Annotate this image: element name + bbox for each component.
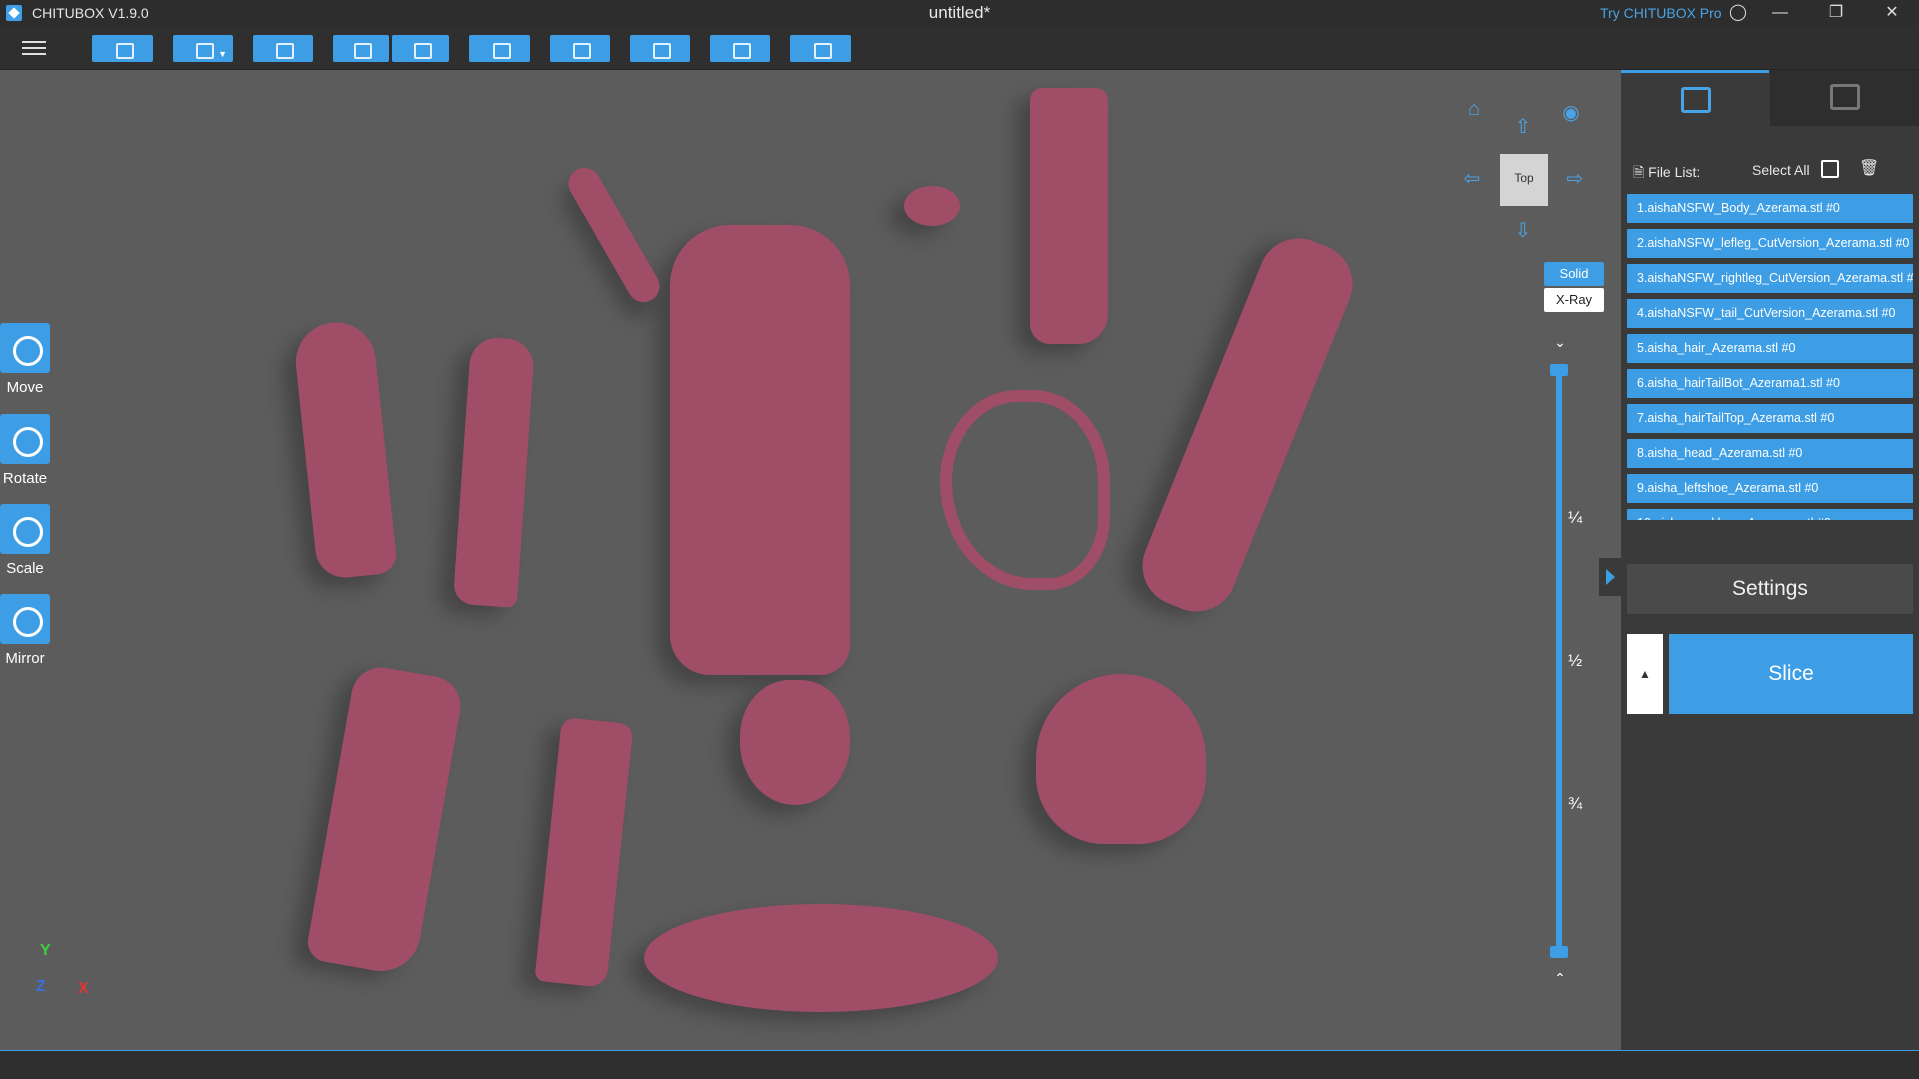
solid-mode-button[interactable]: Solid xyxy=(1544,262,1604,286)
list-item[interactable]: 7.aisha_hairTailTop_Azerama.stl #0 xyxy=(1627,404,1913,433)
model-hair[interactable] xyxy=(1036,674,1206,844)
list-item[interactable]: 8.aisha_head_Azerama.stl #0 xyxy=(1627,439,1913,468)
slider-mark-quarter: ¼ xyxy=(1568,508,1583,527)
user-icon[interactable]: ◯ xyxy=(1714,0,1762,26)
support-columns-icon xyxy=(1830,84,1860,110)
mirror-label: Mirror xyxy=(5,650,45,667)
restore-button[interactable]: ❐ xyxy=(1812,0,1860,26)
move-tool[interactable]: Move xyxy=(0,323,50,396)
view-down-icon[interactable]: ⇩ xyxy=(1510,218,1536,243)
model-body[interactable] xyxy=(670,225,850,675)
view-left-icon[interactable]: ⇦ xyxy=(1459,166,1485,191)
list-item[interactable]: 1.aishaNSFW_Body_Azerama.stl #0 xyxy=(1627,194,1913,223)
measure-button[interactable] xyxy=(790,35,851,62)
try-pro-link[interactable]: Try CHITUBOX Pro xyxy=(1600,5,1722,21)
layer-slider-top-handle[interactable] xyxy=(1550,364,1568,376)
redo-button[interactable] xyxy=(392,35,449,62)
settings-button[interactable]: Settings xyxy=(1627,564,1913,614)
move-icon[interactable] xyxy=(0,323,50,373)
slice-button[interactable]: Slice xyxy=(1669,634,1913,714)
model-hair-tail-bottom[interactable] xyxy=(304,662,466,978)
mirror-tool[interactable]: Mirror xyxy=(0,594,50,667)
axis-x-label: X xyxy=(78,980,89,997)
axis-y-label: Y xyxy=(40,942,51,959)
layer-slider-track[interactable] xyxy=(1556,368,1562,952)
model-base[interactable] xyxy=(644,904,998,1012)
layer-slider-bottom-handle[interactable] xyxy=(1550,946,1568,958)
chitubox-logo-icon xyxy=(6,5,22,21)
model-left-shoe[interactable] xyxy=(534,716,634,989)
app-title: CHITUBOX V1.9.0 xyxy=(32,5,149,21)
hamburger-menu-icon[interactable] xyxy=(20,38,48,60)
model-right-leg[interactable] xyxy=(291,318,399,581)
xray-mode-button[interactable]: X-Ray xyxy=(1544,288,1604,312)
arrange-button[interactable] xyxy=(550,35,610,62)
home-view-icon[interactable]: ⌂ xyxy=(1461,98,1487,121)
close-button[interactable]: ✕ xyxy=(1868,0,1916,26)
file-list-label: 🗎 File List: xyxy=(1633,164,1701,180)
select-all-label: Select All xyxy=(1752,162,1810,178)
dig-hole-button[interactable] xyxy=(710,35,770,62)
move-label: Move xyxy=(6,379,44,396)
rotate-tool[interactable]: Rotate xyxy=(0,414,50,487)
open-file-button[interactable] xyxy=(92,35,153,62)
model-necklace[interactable] xyxy=(904,186,960,226)
view-cube[interactable]: Top xyxy=(1500,154,1548,206)
duplicate-button[interactable] xyxy=(469,35,530,62)
tab-file-settings[interactable] xyxy=(1621,70,1769,126)
tab-supports[interactable] xyxy=(1770,70,1919,126)
minimize-button[interactable]: — xyxy=(1756,0,1804,26)
scale-label: Scale xyxy=(6,560,44,577)
list-item[interactable]: 4.aishaNSFW_tail_CutVersion_Azerama.stl … xyxy=(1627,299,1913,328)
toolbar: ▼ xyxy=(0,26,1919,70)
slider-up-chevron-icon[interactable]: ⌃ xyxy=(1550,970,1570,987)
rotate-label: Rotate xyxy=(2,470,48,487)
scale-icon[interactable] xyxy=(0,504,50,554)
model-left-leg[interactable] xyxy=(452,336,536,608)
chevron-down-icon: ▼ xyxy=(218,49,227,59)
list-item[interactable]: 9.aisha_leftshoe_Azerama.stl #0 xyxy=(1627,474,1913,503)
auto-layout-button[interactable] xyxy=(253,35,313,62)
model-arm[interactable] xyxy=(562,162,666,308)
mirror-icon[interactable] xyxy=(0,594,50,644)
view-up-icon[interactable]: ⇧ xyxy=(1510,114,1536,139)
view-right-icon[interactable]: ⇨ xyxy=(1562,166,1588,191)
collapse-panel-button[interactable] xyxy=(1599,558,1621,596)
title-bar: CHITUBOX V1.9.0 untitled* Try CHITUBOX P… xyxy=(0,0,1919,26)
slider-down-chevron-icon[interactable]: ⌄ xyxy=(1550,334,1570,351)
model-tail[interactable] xyxy=(940,390,1110,590)
hollow-button[interactable] xyxy=(630,35,690,62)
list-item[interactable]: 5.aisha_hair_Azerama.stl #0 xyxy=(1627,334,1913,363)
rotate-icon[interactable] xyxy=(0,414,50,464)
list-item[interactable]: 6.aisha_hairTailBot_Azerama1.stl #0 xyxy=(1627,369,1913,398)
trash-icon[interactable]: 🗑 xyxy=(1859,158,1879,178)
file-list[interactable]: 1.aishaNSFW_Body_Azerama.stl #0 2.aishaN… xyxy=(1627,194,1913,520)
right-panel: 🗎 File List: Select All 🗑 1.aishaNSFW_Bo… xyxy=(1621,70,1919,1050)
model-head[interactable] xyxy=(740,680,850,805)
slider-mark-half: ½ xyxy=(1568,651,1583,670)
axis-z-label: Z xyxy=(36,978,46,995)
model-hair-tail-top[interactable] xyxy=(1130,226,1365,624)
list-item[interactable]: 3.aishaNSFW_rightleg_CutVersion_Azerama.… xyxy=(1627,264,1913,293)
select-all-checkbox[interactable] xyxy=(1821,160,1839,178)
save-button[interactable]: ▼ xyxy=(173,35,233,62)
status-bar xyxy=(0,1050,1919,1079)
list-item[interactable]: 2.aishaNSFW_lefleg_CutVersion_Azerama.st… xyxy=(1627,229,1913,258)
undo-button[interactable] xyxy=(333,35,389,62)
eye-icon[interactable]: ◉ xyxy=(1558,100,1584,125)
slice-options-arrow-icon[interactable]: ▲ xyxy=(1627,634,1663,714)
3d-viewport[interactable]: Move Rotate Scale Mirror Y X Z xyxy=(0,70,1621,1050)
list-gear-icon xyxy=(1681,87,1711,113)
slider-mark-three-quarter: ¾ xyxy=(1568,794,1583,813)
file-list-label-text: File List: xyxy=(1648,164,1701,180)
list-item[interactable]: 10.aisha_necklace_Azerama.stl #0 xyxy=(1627,509,1913,520)
scale-tool[interactable]: Scale xyxy=(0,504,50,577)
model-right-shoe[interactable] xyxy=(1030,88,1108,344)
